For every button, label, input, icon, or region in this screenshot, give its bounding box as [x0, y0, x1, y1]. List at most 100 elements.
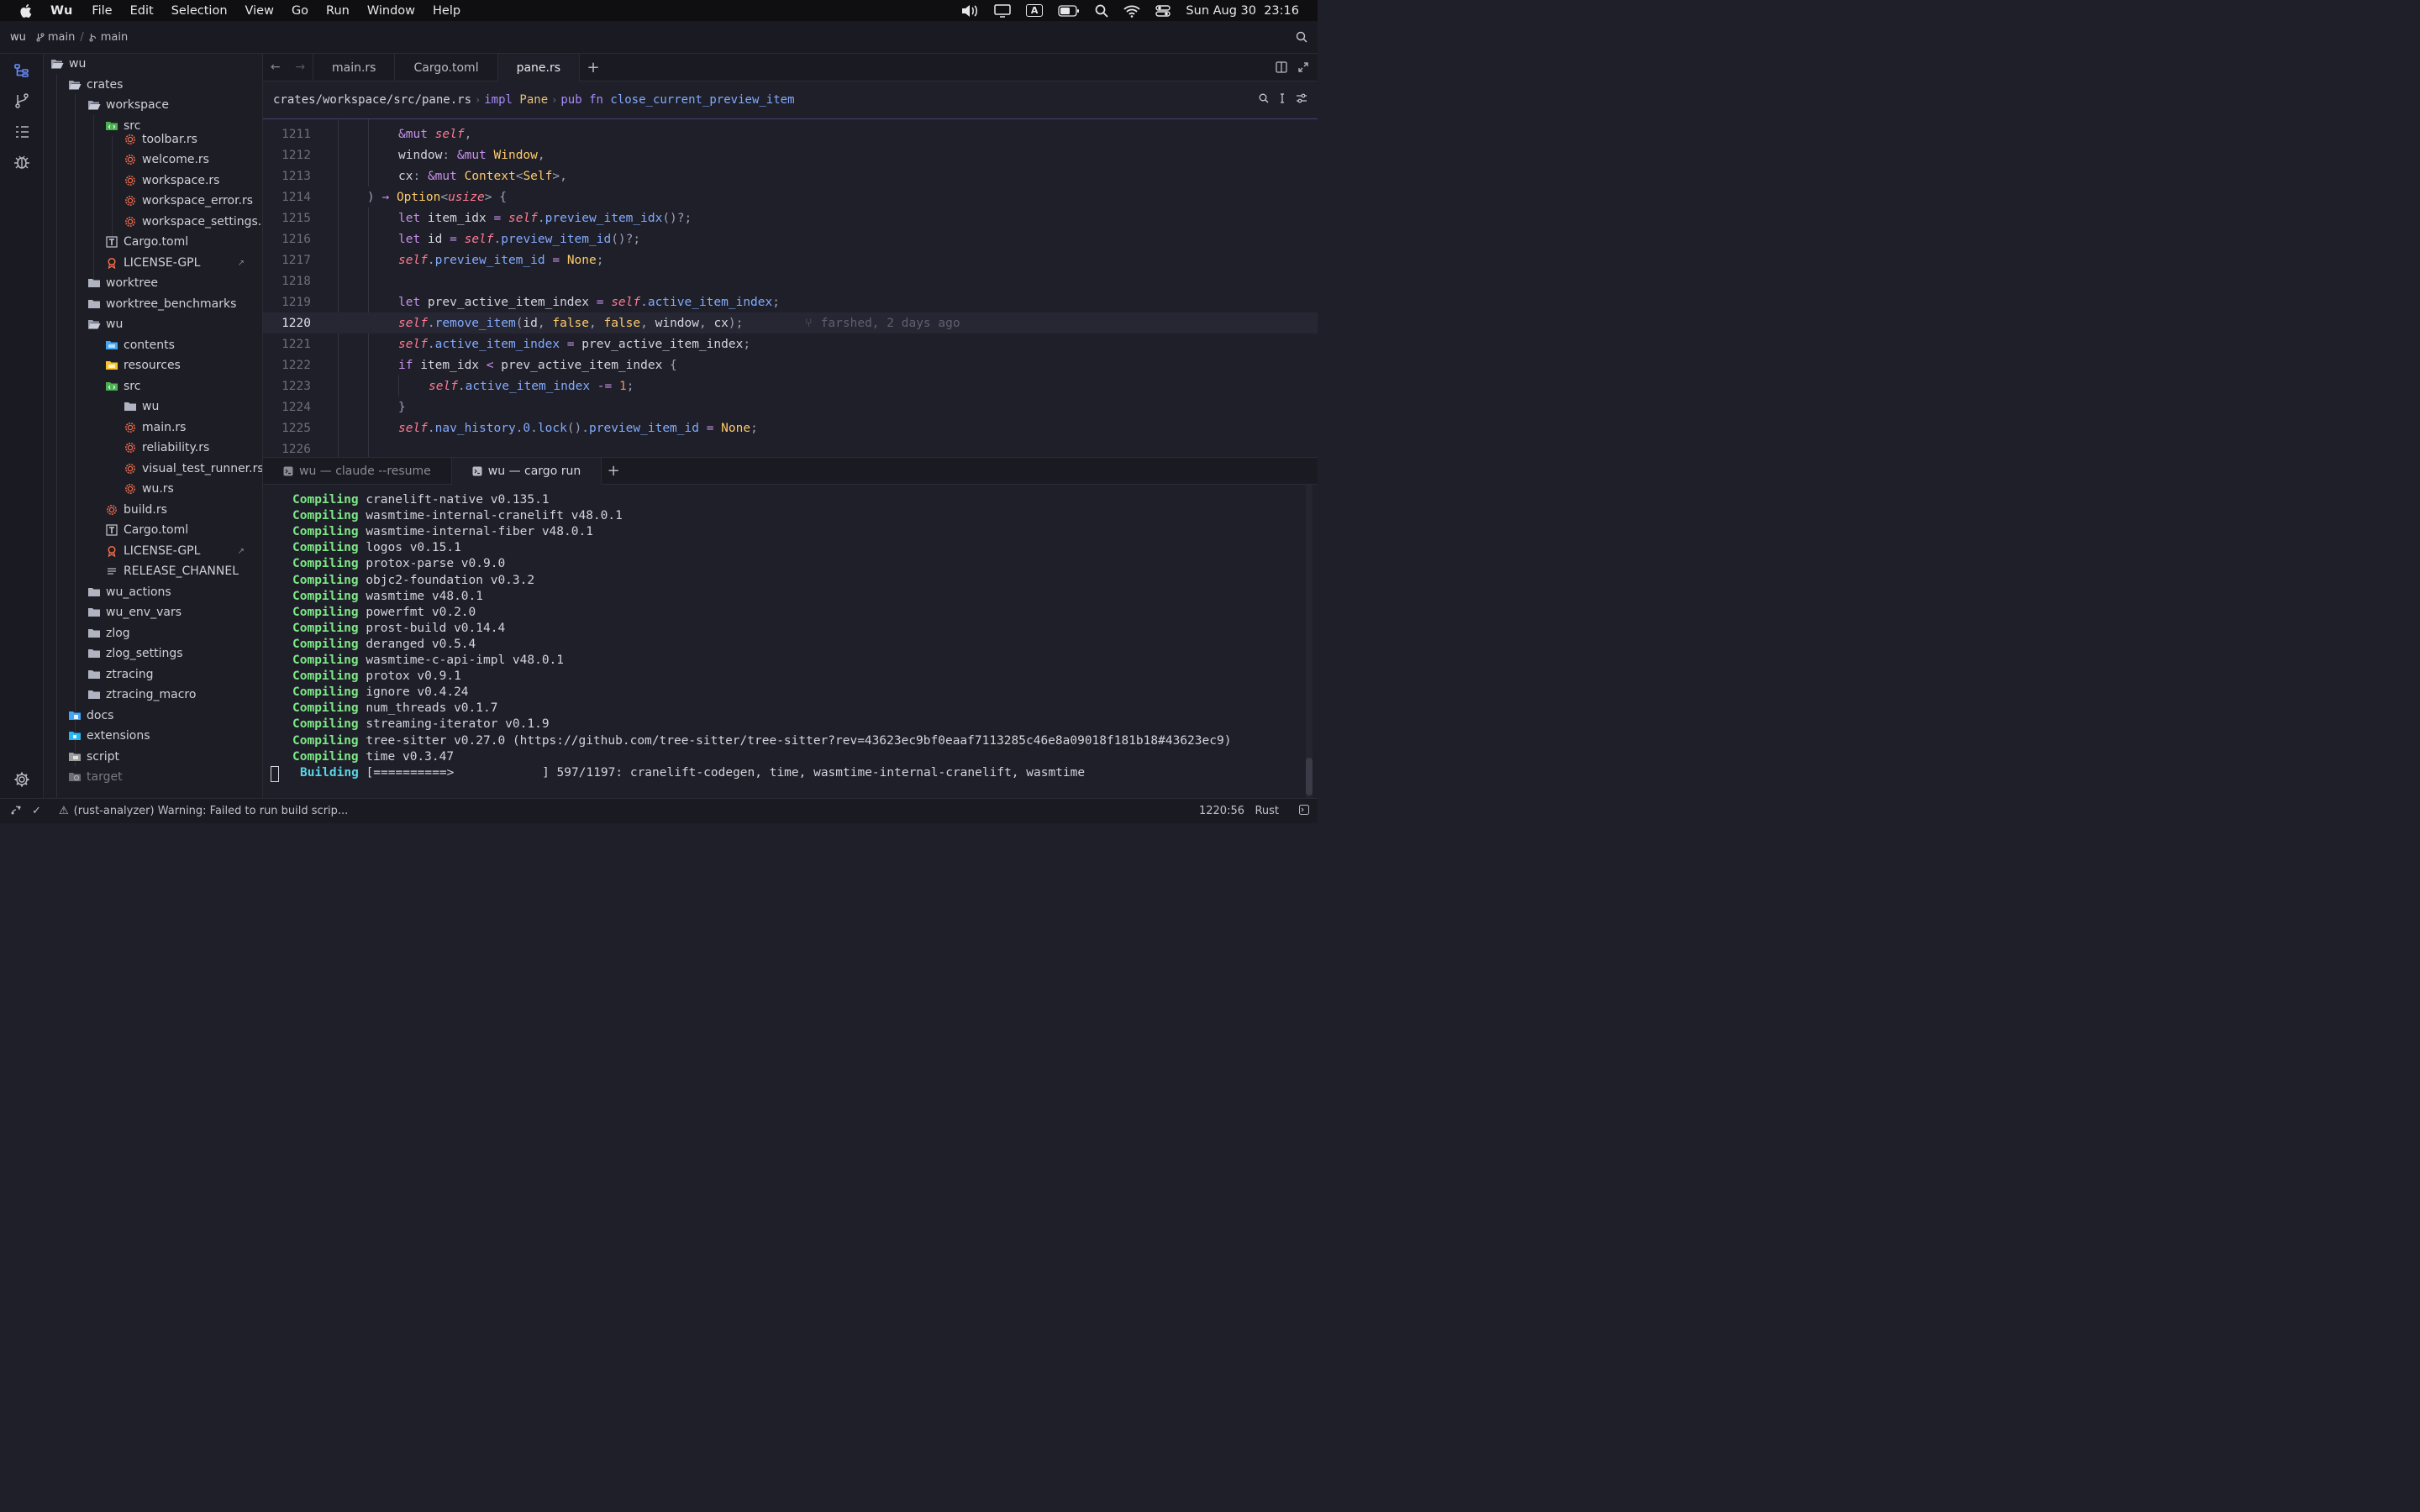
tree-item[interactable]: workspace_settings.rs: [44, 212, 262, 232]
spotlight-search-icon[interactable]: [1095, 4, 1109, 18]
buffer-search-icon[interactable]: [1259, 93, 1269, 107]
code-line[interactable]: 1225 self.nav_history.0.lock().preview_it…: [263, 417, 1318, 438]
volume-icon[interactable]: [960, 4, 979, 18]
scrollbar-thumb[interactable]: [1306, 758, 1313, 795]
control-center-icon[interactable]: [1155, 4, 1171, 18]
tree-item[interactable]: reliability.rs: [44, 438, 262, 458]
tree-item[interactable]: build.rs: [44, 500, 262, 520]
terminal-toggle-icon[interactable]: [1299, 804, 1309, 818]
tree-item[interactable]: Cargo.toml: [44, 232, 262, 252]
menu-selection[interactable]: Selection: [171, 4, 228, 18]
code-editor[interactable]: 1211 &mut self, 1212 window: &mut Window, 12…: [263, 119, 1318, 457]
outline-panel-icon[interactable]: [13, 123, 30, 140]
code-line[interactable]: 1213 cx: &mut Context<Self>,: [263, 165, 1318, 186]
tree-item[interactable]: script: [44, 747, 262, 767]
clock[interactable]: Sun Aug 30 23:16: [1186, 4, 1299, 18]
tree-item[interactable]: workspace_error.rs: [44, 191, 262, 211]
code-line[interactable]: 1217 self.preview_item_id = None;: [263, 249, 1318, 270]
inline-git-blame[interactable]: ⑂ farshed, 2 days ago: [805, 317, 960, 330]
breadcrumb-impl-keyword[interactable]: impl: [484, 93, 513, 107]
collab-icon[interactable]: [10, 804, 22, 819]
menu-run[interactable]: Run: [326, 4, 350, 18]
terminal-scrollbar[interactable]: [1306, 485, 1313, 798]
menu-file[interactable]: File: [92, 4, 112, 18]
tab-main-rs[interactable]: main.rs: [313, 54, 396, 81]
tab-cargo-toml[interactable]: Cargo.toml: [395, 54, 498, 81]
breadcrumb-path[interactable]: crates/workspace/src/pane.rs: [273, 93, 471, 107]
code-line[interactable]: 1222 if item_idx < prev_active_item_index…: [263, 354, 1318, 375]
menu-window[interactable]: Window: [367, 4, 415, 18]
tree-item[interactable]: workspace.rs: [44, 171, 262, 191]
code-line[interactable]: 1224}: [263, 396, 1318, 417]
menu-edit[interactable]: Edit: [130, 4, 154, 18]
tree-item[interactable]: ztracing_macro: [44, 685, 262, 705]
tree-item[interactable]: wu_actions: [44, 582, 262, 602]
tree-item[interactable]: wu_env_vars: [44, 602, 262, 622]
tree-item[interactable]: wu: [44, 54, 262, 74]
code-line[interactable]: 1219 let prev_active_item_index = self.ac…: [263, 291, 1318, 312]
branch-picker[interactable]: main: [36, 31, 75, 44]
tree-item[interactable]: RELEASE_CHANNEL: [44, 561, 262, 581]
code-line[interactable]: 1220 self.remove_item(id, false, false, w…: [263, 312, 1318, 333]
settings-gear-icon[interactable]: [13, 771, 30, 788]
tree-item[interactable]: resources: [44, 355, 262, 375]
tree-item[interactable]: LICENSE-GPL ↗: [44, 541, 262, 561]
menu-help[interactable]: Help: [433, 4, 460, 18]
code-line[interactable]: 1211 &mut self,: [263, 123, 1318, 144]
terminal-tab-claude[interactable]: wu — claude --resume: [263, 458, 452, 485]
search-icon[interactable]: [1296, 31, 1307, 46]
maximize-icon[interactable]: [1297, 61, 1309, 76]
diagnostic-warning[interactable]: ⚠ (rust-analyzer) Warning: Failed to run…: [59, 805, 348, 817]
code-line[interactable]: 1212 window: &mut Window,: [263, 144, 1318, 165]
tree-item[interactable]: crates: [44, 75, 262, 95]
worktree-picker[interactable]: main: [89, 31, 128, 44]
code-line[interactable]: 1215 let item_idx = self.preview_item_idx…: [263, 207, 1318, 228]
check-icon[interactable]: ✓: [32, 805, 41, 817]
app-name-menu[interactable]: Wu: [50, 4, 72, 18]
tree-item[interactable]: wu: [44, 314, 262, 334]
tree-item[interactable]: welcome.rs: [44, 150, 262, 170]
breadcrumb-fn-name[interactable]: close_current_preview_item: [610, 93, 794, 107]
tree-item[interactable]: target: [44, 767, 262, 787]
text-cursor-icon[interactable]: [1277, 93, 1287, 107]
git-panel-icon[interactable]: [13, 92, 30, 109]
tree-item[interactable]: toolbar.rs: [44, 133, 262, 146]
tree-item[interactable]: extensions: [44, 726, 262, 746]
breadcrumb-fn-keyword[interactable]: pub fn: [560, 93, 603, 107]
tree-item[interactable]: wu: [44, 396, 262, 417]
tree-item[interactable]: Cargo.toml: [44, 520, 262, 540]
display-icon[interactable]: [994, 3, 1011, 18]
battery-icon[interactable]: [1058, 4, 1080, 17]
editor-controls-icon[interactable]: [1296, 93, 1307, 107]
code-line[interactable]: 1223 self.active_item_index -= 1;: [263, 375, 1318, 396]
code-line[interactable]: 1216 let id = self.preview_item_id()?;: [263, 228, 1318, 249]
breadcrumb-impl-type[interactable]: Pane: [519, 93, 548, 107]
tree-item[interactable]: LICENSE-GPL ↗: [44, 253, 262, 273]
tree-item[interactable]: workspace: [44, 95, 262, 115]
project-name[interactable]: wu: [10, 31, 26, 44]
tree-item[interactable]: main.rs: [44, 417, 262, 438]
input-source-icon[interactable]: A: [1025, 4, 1044, 17]
new-terminal-plus-icon[interactable]: +: [602, 458, 625, 484]
back-arrow-icon[interactable]: ←: [271, 60, 281, 74]
tree-item[interactable]: zlog_settings: [44, 643, 262, 664]
tree-item[interactable]: ztracing: [44, 664, 262, 685]
cursor-position[interactable]: 1220:56: [1199, 805, 1244, 817]
tree-item[interactable]: visual_test_runner.rs: [44, 459, 262, 479]
terminal-output[interactable]: Compiling cranelift-native v0.135.1 Compi…: [263, 485, 1318, 798]
wifi-icon[interactable]: [1123, 4, 1141, 18]
tree-item[interactable]: zlog: [44, 623, 262, 643]
code-line[interactable]: 1214) → Option<usize> {: [263, 186, 1318, 207]
forward-arrow-icon[interactable]: →: [295, 60, 305, 74]
debug-panel-icon[interactable]: [13, 154, 30, 171]
code-line[interactable]: 1226: [263, 438, 1318, 457]
code-line[interactable]: 1218: [263, 270, 1318, 291]
menu-go[interactable]: Go: [292, 4, 308, 18]
terminal-tab-cargo-run[interactable]: wu — cargo run: [451, 458, 602, 485]
language-selector[interactable]: Rust: [1255, 805, 1279, 817]
tree-item[interactable]: src: [44, 376, 262, 396]
tree-item[interactable]: worktree: [44, 273, 262, 293]
project-panel-icon[interactable]: [13, 62, 30, 79]
menu-view[interactable]: View: [245, 4, 274, 18]
code-line[interactable]: 1221 self.active_item_index = prev_active…: [263, 333, 1318, 354]
